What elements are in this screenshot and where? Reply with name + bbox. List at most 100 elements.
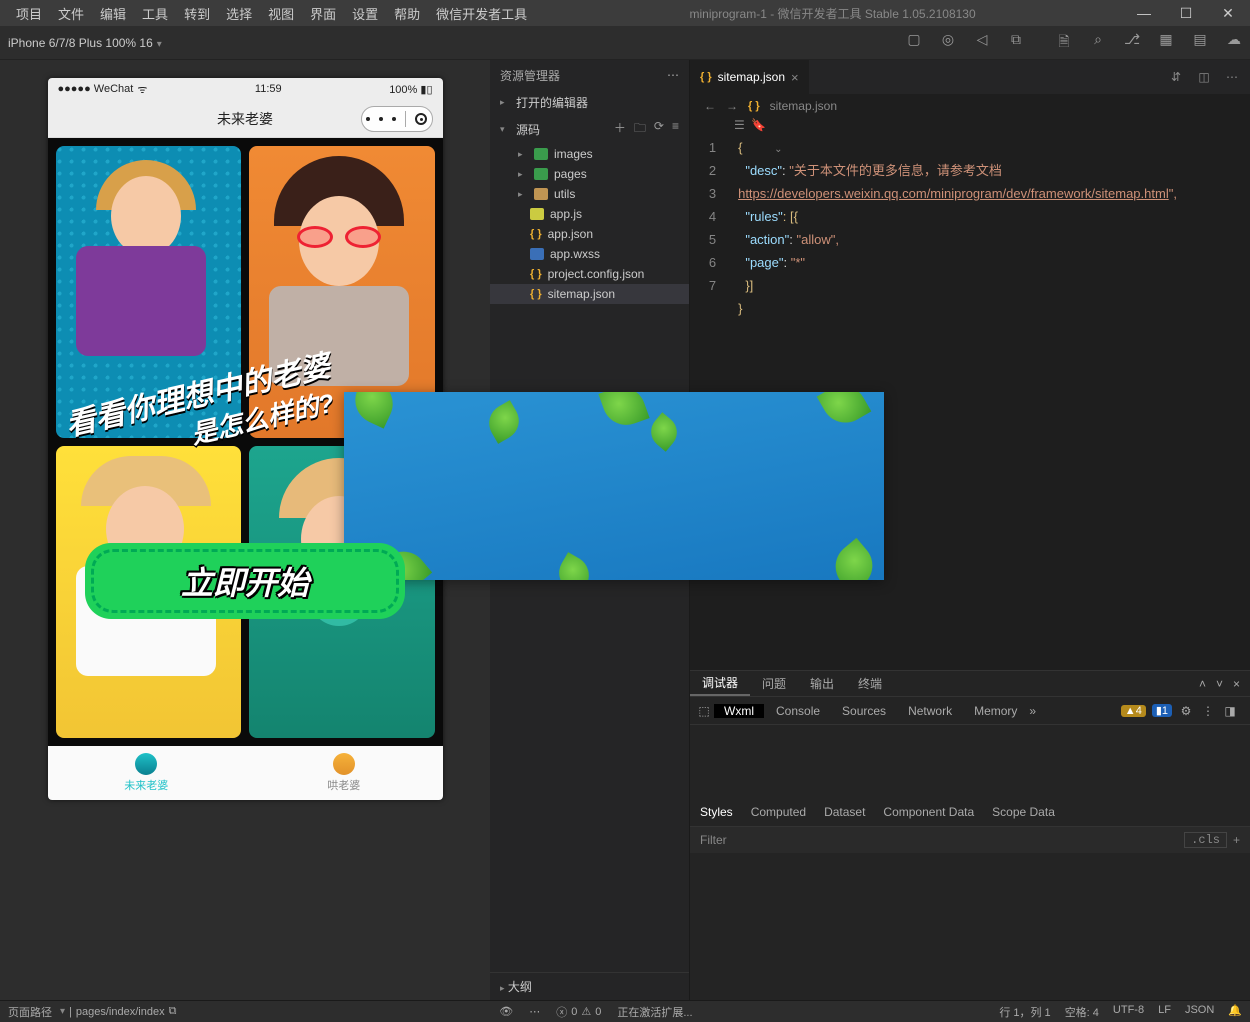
- menu-tool[interactable]: 工具: [134, 1, 176, 26]
- folder-pages[interactable]: ▸pages: [490, 164, 689, 184]
- db-icon[interactable]: ▤: [1192, 31, 1208, 55]
- file-project-config[interactable]: { }project.config.json: [490, 264, 689, 284]
- window-maximize[interactable]: ☐: [1172, 5, 1200, 22]
- tool-sources[interactable]: Sources: [832, 704, 896, 718]
- explorer-more-icon[interactable]: ⋯: [667, 68, 679, 82]
- menu-file[interactable]: 文件: [50, 1, 92, 26]
- copy-icon[interactable]: ⧉: [169, 1005, 177, 1018]
- menu-goto[interactable]: 转到: [176, 1, 218, 26]
- compdata-tab[interactable]: Component Data: [883, 805, 974, 819]
- inspect-icon[interactable]: ⬚: [696, 704, 712, 718]
- open-editors[interactable]: ▸打开的编辑器: [490, 90, 689, 115]
- menu-wxdev[interactable]: 微信开发者工具: [428, 1, 535, 26]
- cut-icon[interactable]: ⧉: [1008, 31, 1024, 55]
- styles-tab[interactable]: Styles: [700, 805, 733, 819]
- search-icon[interactable]: ⌕: [1090, 31, 1106, 55]
- status-more[interactable]: ⋯: [529, 1005, 540, 1018]
- carrier: ●●●●● WeChat: [58, 83, 134, 95]
- dt-gear-icon[interactable]: ⚙: [1178, 704, 1194, 718]
- menu-settings[interactable]: 设置: [344, 1, 386, 26]
- page-path[interactable]: 页面路径 ▾ | pages/index/index ⧉: [8, 1004, 176, 1020]
- editor-tab-sitemap[interactable]: { }sitemap.json×: [690, 60, 809, 94]
- tab-close-icon[interactable]: ×: [791, 70, 799, 85]
- cloud-icon[interactable]: ☁: [1226, 31, 1242, 55]
- dt-tab-output[interactable]: 输出: [798, 671, 846, 696]
- file-app-json[interactable]: { }app.json: [490, 224, 689, 244]
- menu-view[interactable]: 视图: [260, 1, 302, 26]
- tab-coax[interactable]: 哄老婆: [245, 746, 443, 800]
- phone-tabbar: 未来老婆 哄老婆: [48, 746, 443, 800]
- window-close[interactable]: ✕: [1214, 5, 1242, 22]
- start-button[interactable]: 立即开始: [85, 543, 405, 619]
- capsule[interactable]: [361, 106, 433, 132]
- nav-fwd-icon[interactable]: →: [726, 99, 738, 113]
- dt-up-icon[interactable]: ˄: [1199, 677, 1206, 691]
- tool-memory[interactable]: Memory: [964, 704, 1027, 718]
- code-area[interactable]: 1234567 ⌄ { "desc": "关于本文件的更多信息，请参考文档 ht…: [690, 132, 1250, 670]
- tool-network[interactable]: Network: [898, 704, 962, 718]
- cursor-pos[interactable]: 行 1，列 1: [999, 1004, 1050, 1020]
- fold-icon[interactable]: ⌄: [774, 138, 782, 161]
- window-minimize[interactable]: —: [1130, 5, 1158, 22]
- lang[interactable]: JSON: [1185, 1004, 1214, 1020]
- nav-back-icon[interactable]: ←: [704, 99, 716, 113]
- bookmark-icon[interactable]: ☰ 🔖: [734, 118, 766, 132]
- eye-icon[interactable]: 👁: [499, 1005, 513, 1018]
- dt-down-icon[interactable]: ˅: [1216, 677, 1223, 691]
- computed-tab[interactable]: Computed: [751, 805, 806, 819]
- file-sitemap[interactable]: { }sitemap.json: [490, 284, 689, 304]
- dataset-tab[interactable]: Dataset: [824, 805, 865, 819]
- root-folder[interactable]: ▾源码 ＋🗀⟳≡: [490, 115, 689, 144]
- tool-console[interactable]: Console: [766, 704, 830, 718]
- outline[interactable]: ▸ 大纲: [490, 972, 689, 1000]
- more-icon[interactable]: ⋯: [1224, 70, 1240, 84]
- info-badge[interactable]: ▮1: [1152, 704, 1172, 717]
- breadcrumb[interactable]: sitemap.json: [770, 99, 837, 113]
- tool-wxml[interactable]: Wxml: [714, 704, 764, 718]
- indent[interactable]: 空格: 4: [1065, 1004, 1099, 1020]
- close-capsule-icon[interactable]: [415, 113, 427, 125]
- folder-utils[interactable]: ▸utils: [490, 184, 689, 204]
- tab-coax-icon: [333, 753, 355, 775]
- refresh-icon[interactable]: ⟳: [654, 119, 664, 140]
- mute-icon[interactable]: ◁: [974, 31, 990, 55]
- tab-future[interactable]: 未来老婆: [48, 746, 246, 800]
- dt-kebab-icon[interactable]: ⋮: [1200, 704, 1216, 718]
- file-app-js[interactable]: app.js: [490, 204, 689, 224]
- device-selector[interactable]: iPhone 6/7/8 Plus 100% 16▾: [8, 36, 162, 50]
- add-style-icon[interactable]: +: [1233, 833, 1240, 847]
- file-icon[interactable]: 🗎: [1056, 31, 1072, 55]
- split-icon[interactable]: ◫: [1196, 70, 1212, 84]
- scopedata-tab[interactable]: Scope Data: [992, 805, 1055, 819]
- folder-images[interactable]: ▸images: [490, 144, 689, 164]
- tool-more-icon[interactable]: »: [1029, 704, 1036, 718]
- phone-navbar: 未来老婆: [48, 100, 443, 138]
- menu-select[interactable]: 选择: [218, 1, 260, 26]
- bell-icon[interactable]: 🔔: [1228, 1004, 1242, 1020]
- record-icon[interactable]: ◎: [940, 31, 956, 55]
- new-file-icon[interactable]: ＋: [614, 119, 626, 140]
- dt-tab-terminal[interactable]: 终端: [846, 671, 894, 696]
- menu-edit[interactable]: 编辑: [92, 1, 134, 26]
- ext-icon[interactable]: ▦: [1158, 31, 1174, 55]
- cls-toggle[interactable]: .cls: [1184, 832, 1227, 848]
- collapse-icon[interactable]: ≡: [672, 119, 679, 140]
- dt-tab-debugger[interactable]: 调试器: [690, 671, 750, 696]
- dt-dock-icon[interactable]: ◨: [1222, 704, 1238, 718]
- eol[interactable]: LF: [1158, 1004, 1171, 1020]
- dt-tab-problems[interactable]: 问题: [750, 671, 798, 696]
- encoding[interactable]: UTF-8: [1113, 1004, 1144, 1020]
- err-count[interactable]: ⓧ 0 ⚠ 0: [556, 1004, 601, 1020]
- compare-icon[interactable]: ⇵: [1168, 70, 1184, 84]
- dt-close-icon[interactable]: ×: [1233, 677, 1240, 691]
- menu-project[interactable]: 项目: [8, 1, 50, 26]
- branch-icon[interactable]: ⎇: [1124, 31, 1140, 55]
- filter-input[interactable]: Filter: [700, 833, 727, 847]
- file-app-wxss[interactable]: app.wxss: [490, 244, 689, 264]
- new-folder-icon[interactable]: 🗀: [634, 119, 646, 140]
- menu-ui[interactable]: 界面: [302, 1, 344, 26]
- warn-badge[interactable]: ▲4: [1121, 705, 1146, 717]
- menu-help[interactable]: 帮助: [386, 1, 428, 26]
- device-icon[interactable]: ▢: [906, 31, 922, 55]
- explorer-title: 资源管理器: [500, 67, 560, 84]
